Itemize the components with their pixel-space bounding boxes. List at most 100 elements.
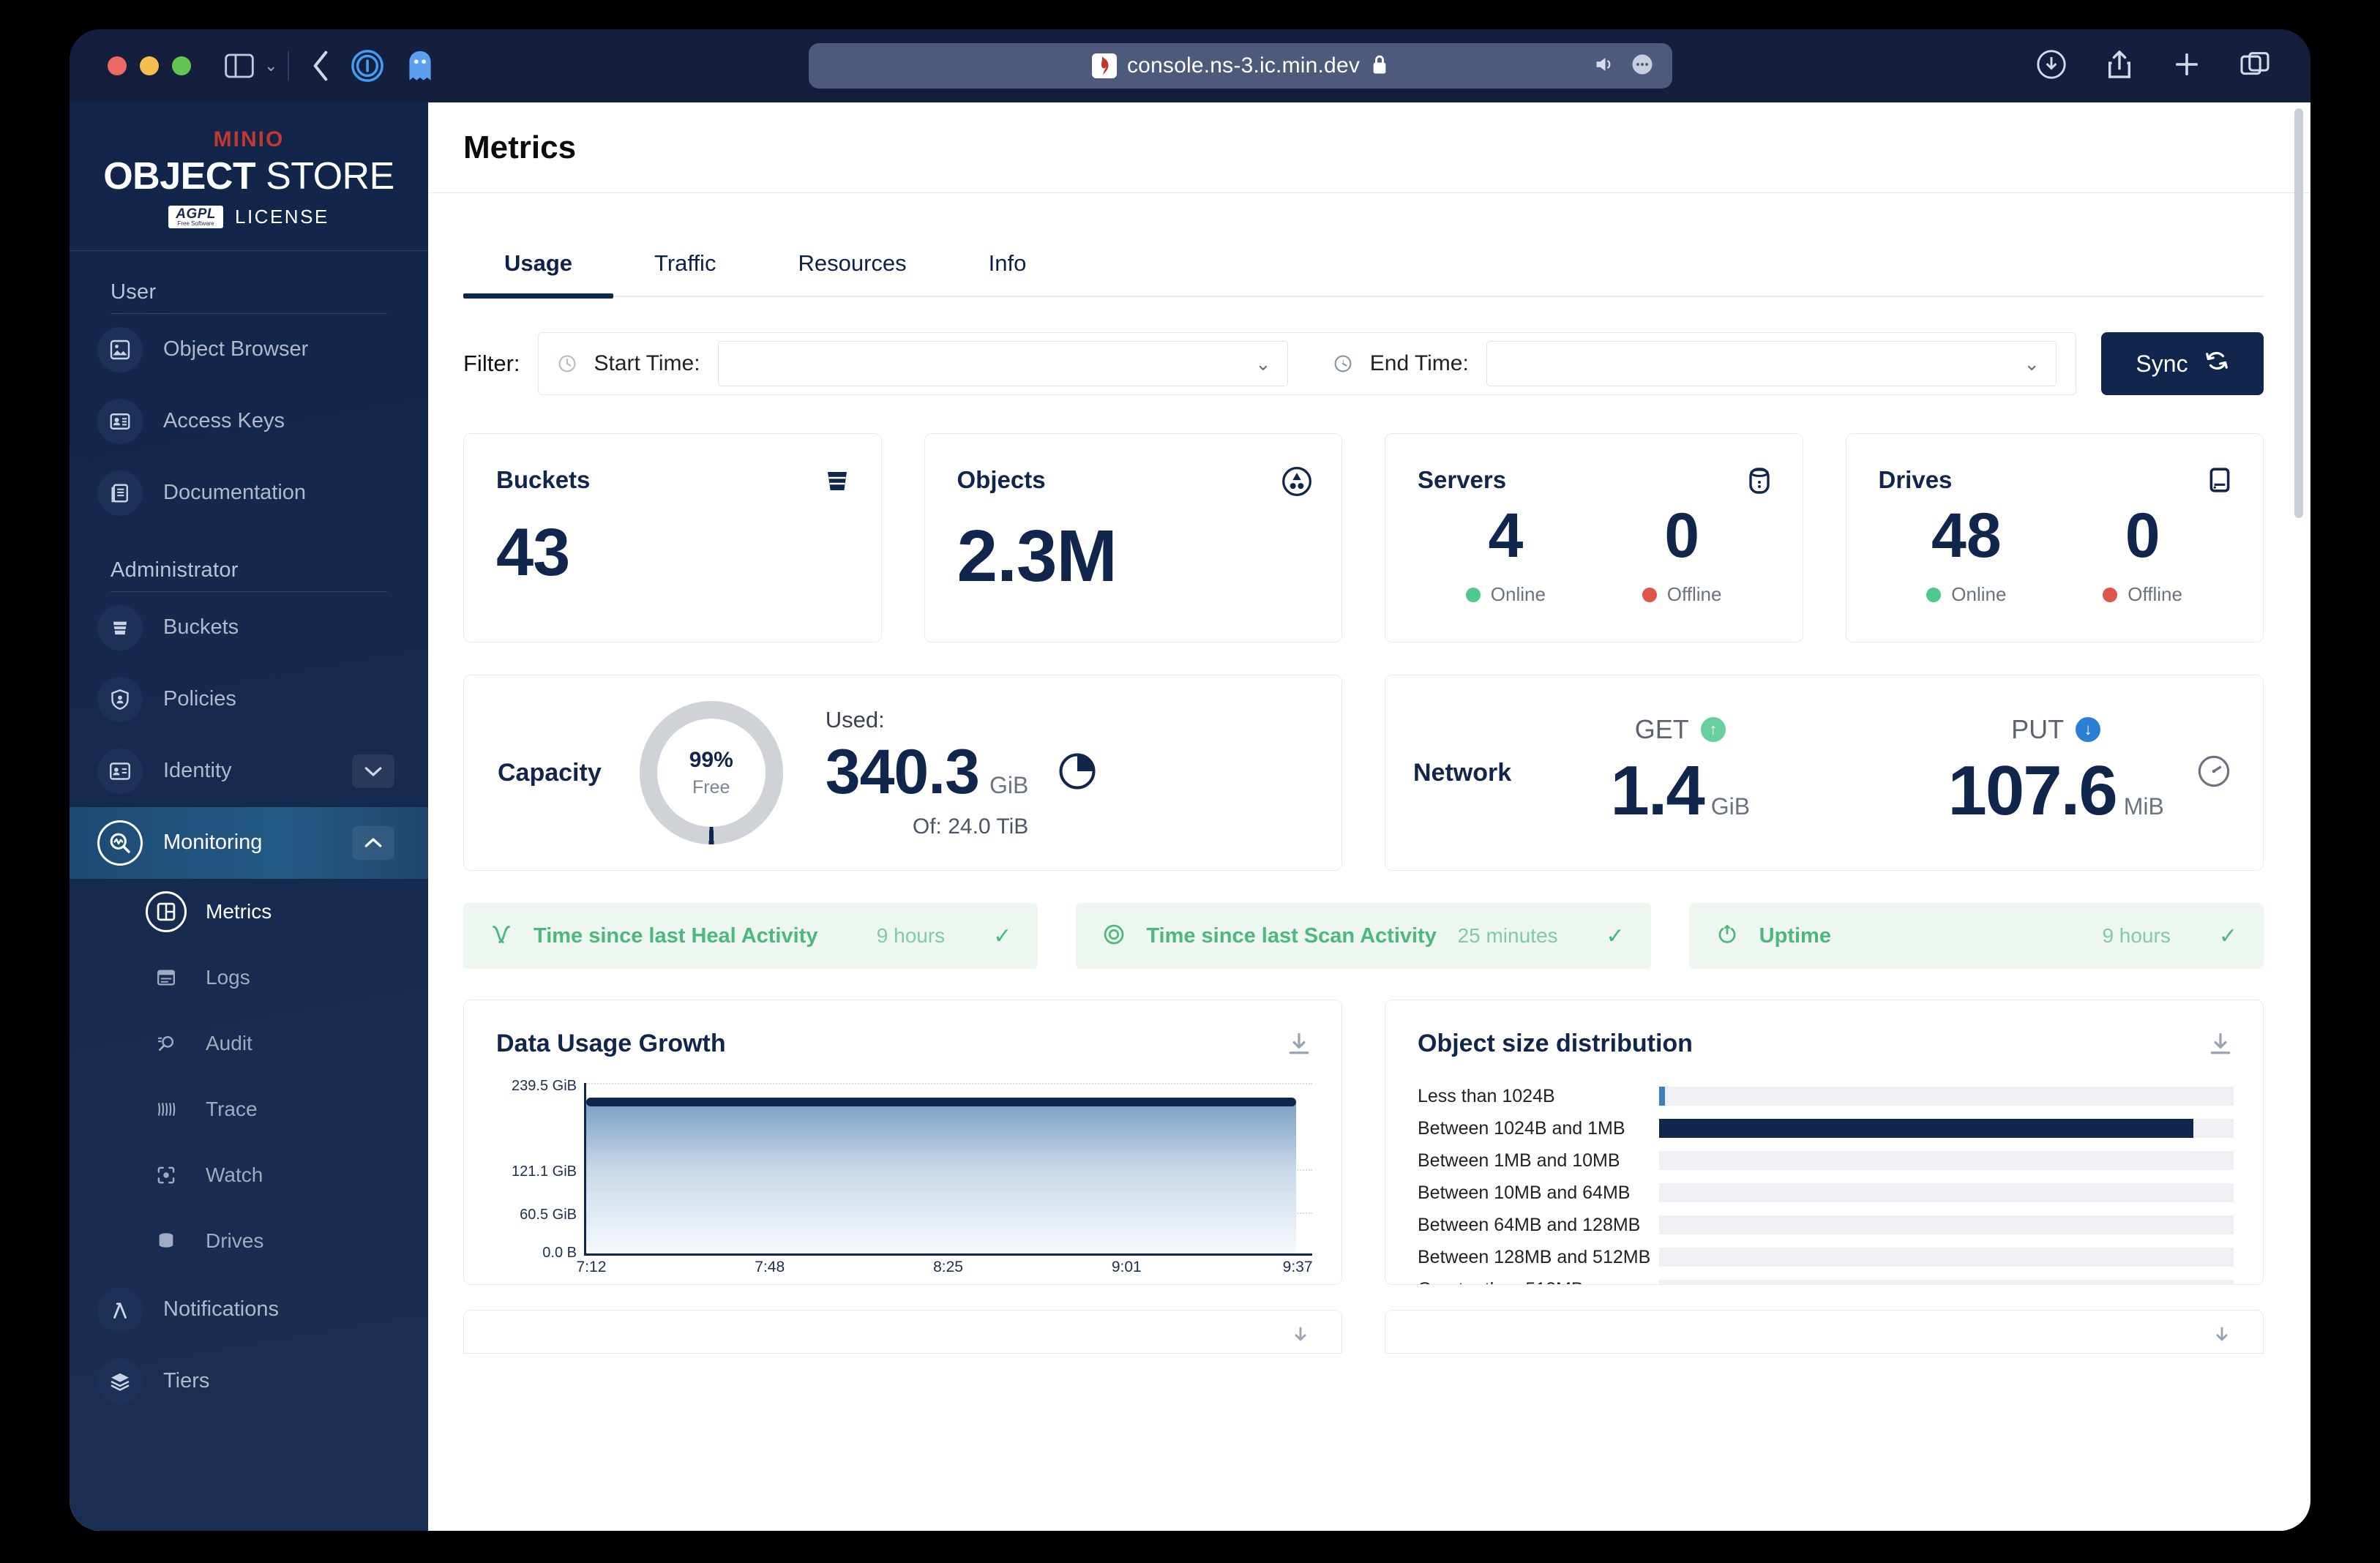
- desktop-background: ⌄ console.ns-3.ic.min.dev MINIO OBJECT S…: [0, 0, 2380, 1563]
- status-strips-row: Time since last Heal Activity 9 hours ✓ …: [463, 903, 2264, 969]
- sidebar-item-object-browser[interactable]: Object Browser: [70, 314, 428, 386]
- sidebar-item-trace[interactable]: Trace: [70, 1076, 428, 1142]
- download-icon[interactable]: [1286, 1031, 1312, 1061]
- tiers-layers-icon: [97, 1358, 143, 1404]
- tab-resources[interactable]: Resources: [757, 250, 947, 296]
- dist-category-label: Between 128MB and 512MB: [1418, 1246, 1651, 1267]
- servers-card-label: Servers: [1418, 466, 1507, 493]
- onepassword-icon[interactable]: [351, 49, 384, 83]
- tab-overview-icon[interactable]: [2240, 51, 2269, 81]
- filter-box: Start Time: ⌄ End Time: ⌄: [537, 332, 2076, 395]
- drives-online-col: 48 Online: [1879, 504, 2055, 606]
- network-get-unit: GiB: [1710, 793, 1751, 820]
- x-tick-label: 9:01: [1111, 1259, 1142, 1275]
- sidebar-item-label: Object Browser: [163, 337, 309, 361]
- dist-category-label: Between 10MB and 64MB: [1418, 1182, 1631, 1203]
- minimize-window-button[interactable]: [140, 56, 159, 75]
- sidebar-item-policies[interactable]: Policies: [70, 664, 428, 735]
- bucket-icon: [823, 466, 852, 499]
- speaker-icon[interactable]: [1593, 53, 1615, 79]
- share-icon[interactable]: [2106, 49, 2133, 83]
- address-bar-actions[interactable]: [1593, 53, 1653, 79]
- uptime-icon: [1715, 923, 1739, 950]
- chevron-down-icon[interactable]: [352, 754, 394, 788]
- lambda-icon: [97, 1286, 143, 1333]
- refresh-icon: [2204, 348, 2229, 379]
- bucket-icon: [97, 604, 143, 651]
- sidebar-item-label: Tiers: [163, 1369, 210, 1393]
- tab-usage[interactable]: Usage: [463, 250, 614, 299]
- download-icon[interactable]: [2210, 1325, 2234, 1352]
- sidebar-chevron-down-icon[interactable]: ⌄: [264, 56, 277, 75]
- sidebar-item-drives[interactable]: Drives: [70, 1208, 428, 1274]
- uptime-strip: Uptime 9 hours ✓: [1688, 903, 2264, 969]
- y-tick-label: 121.1 GiB: [512, 1163, 577, 1180]
- network-get-head: GET ↑: [1635, 714, 1726, 745]
- check-icon: ✓: [2218, 923, 2237, 948]
- servers-online-value: 4: [1488, 501, 1524, 571]
- online-dot-icon: [1926, 587, 1942, 602]
- start-time-label: Start Time:: [594, 351, 700, 375]
- download-icon[interactable]: [1289, 1325, 1312, 1352]
- vertical-scrollbar[interactable]: [2294, 108, 2303, 518]
- network-put-unit: MiB: [2123, 793, 2164, 820]
- buckets-card: Buckets 43: [463, 433, 882, 642]
- gridline: [586, 1083, 1312, 1084]
- dist-row: Between 10MB and 64MB: [1418, 1180, 2234, 1206]
- buckets-card-label: Buckets: [496, 466, 591, 493]
- capacity-used-row: 340.3 GiB: [826, 736, 1029, 809]
- plus-icon[interactable]: [2173, 50, 2201, 82]
- tab-bar: Usage Traffic Resources Info: [463, 250, 2264, 299]
- sidebar-item-documentation[interactable]: Documentation: [70, 457, 428, 529]
- back-arrow-icon[interactable]: [311, 50, 330, 82]
- chevron-up-icon[interactable]: [352, 825, 394, 860]
- sidebar-item-access-keys[interactable]: Access Keys: [70, 386, 428, 457]
- sidebar-item-label: Access Keys: [163, 409, 285, 433]
- drives-counts: 48 Online 0 Offline: [1879, 504, 2231, 606]
- objects-icon: [1281, 466, 1312, 501]
- sidebar-toggle-icon[interactable]: [225, 53, 254, 78]
- start-time-select[interactable]: ⌄: [717, 341, 1288, 386]
- sidebar-item-label: Buckets: [163, 615, 239, 640]
- scan-activity-value: 25 minutes: [1457, 924, 1558, 947]
- sidebar-item-label: Documentation: [163, 481, 307, 505]
- agpl-badge-subtext: Free Software: [177, 220, 214, 227]
- servers-online-col: 4 Online: [1418, 504, 1594, 606]
- metrics-grid-icon: [146, 891, 187, 932]
- dist-track: [1659, 1087, 2234, 1106]
- more-icon[interactable]: [1631, 53, 1653, 79]
- sidebar-item-buckets[interactable]: Buckets: [70, 592, 428, 664]
- sidebar: MINIO OBJECT STORE AGPL Free Software LI…: [70, 102, 428, 1531]
- heal-icon: [490, 923, 513, 950]
- download-icon[interactable]: [2207, 1031, 2234, 1061]
- sidebar-item-metrics[interactable]: Metrics: [70, 879, 428, 945]
- sidebar-item-identity[interactable]: Identity: [70, 735, 428, 807]
- toolbar-right-actions[interactable]: [2037, 49, 2269, 83]
- sidebar-section-administrator: Administrator: [111, 558, 239, 582]
- sidebar-item-logs[interactable]: Logs: [70, 945, 428, 1011]
- download-icon[interactable]: [2037, 49, 2066, 83]
- address-bar[interactable]: console.ns-3.ic.min.dev: [809, 43, 1672, 89]
- maximize-window-button[interactable]: [172, 56, 191, 75]
- sidebar-item-label: Identity: [163, 759, 232, 783]
- sync-button[interactable]: Sync: [2101, 332, 2264, 395]
- network-get-label: GET: [1634, 714, 1689, 744]
- window-controls[interactable]: [108, 56, 191, 75]
- x-axis: 7:12 7:48 8:25 9:01 9:37: [577, 1259, 1313, 1284]
- sidebar-item-tiers[interactable]: Tiers: [70, 1346, 428, 1417]
- sidebar-item-monitoring[interactable]: Monitoring: [70, 806, 428, 879]
- capacity-card: Capacity 99% Free Used: 340.3 GiB Of: 24…: [463, 675, 1342, 871]
- tab-traffic[interactable]: Traffic: [613, 250, 757, 296]
- end-time-select[interactable]: ⌄: [1486, 341, 2057, 386]
- servers-online-label: Online: [1490, 583, 1546, 605]
- close-window-button[interactable]: [108, 56, 127, 75]
- sidebar-item-watch[interactable]: Watch: [70, 1142, 428, 1208]
- tab-info[interactable]: Info: [948, 250, 1068, 296]
- data-usage-growth-card: Data Usage Growth 239.5 GiB 121.1 GiB 60…: [463, 1000, 1342, 1285]
- uptime-label: Uptime: [1759, 923, 1831, 948]
- ghostery-icon[interactable]: [405, 49, 435, 83]
- capacity-free-percent: 99%: [689, 747, 733, 772]
- sidebar-item-audit[interactable]: Audit: [70, 1011, 428, 1076]
- dist-category-label: Between 1024B and 1MB: [1418, 1117, 1625, 1139]
- sidebar-item-notifications[interactable]: Notifications: [70, 1274, 428, 1346]
